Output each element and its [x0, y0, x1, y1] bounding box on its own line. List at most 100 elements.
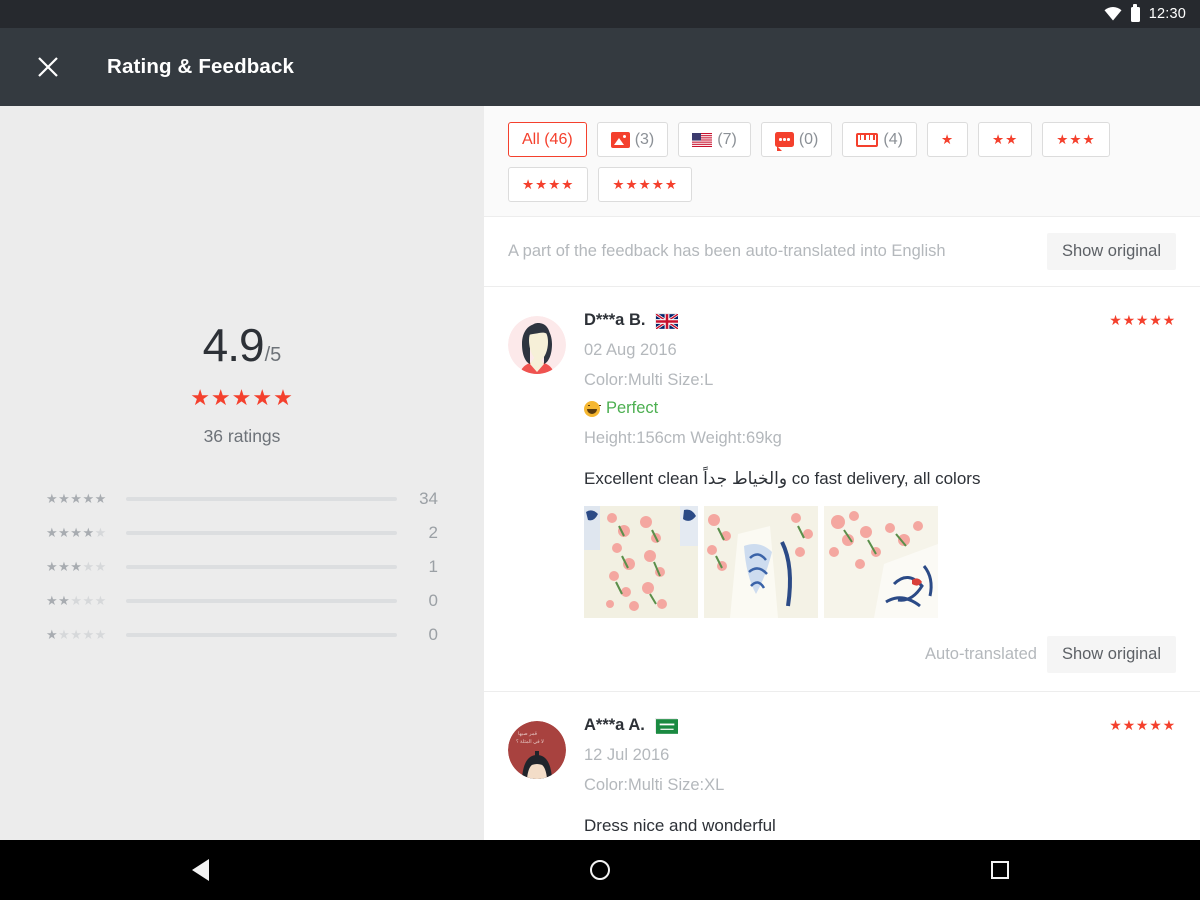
filter-chip-4-star-label: ★★★★ — [522, 176, 575, 192]
review-item: D***a B. ★★★★★ 02 Aug 2016 Color:Multi S… — [484, 287, 1200, 692]
histogram-count-1: 0 — [428, 625, 438, 644]
review-text: Dress nice and wonderful — [584, 815, 776, 835]
reviews-panel: All (46) (3) (7) (0) (4) ★ ★★ ★★★ ★★★★ ★… — [484, 106, 1200, 840]
woman-avatar-icon — [508, 316, 566, 374]
histogram-stars-4: ★★★★★ — [46, 525, 107, 540]
filter-chip-5-star[interactable]: ★★★★★ — [598, 167, 692, 202]
app-screen: 12:30 Rating & Feedback 4.9 /5 ★★★★★ 36 … — [0, 0, 1200, 900]
filter-chip-4-star[interactable]: ★★★★ — [508, 167, 589, 202]
reviewer-name: A***a A. — [584, 715, 645, 734]
filter-chip-3-star-label: ★★★ — [1056, 131, 1096, 147]
filter-chip-comments-label: (0) — [798, 130, 819, 148]
review-photo-2[interactable] — [704, 505, 818, 618]
nav-home-button[interactable] — [400, 840, 800, 900]
filter-chip-size[interactable]: (4) — [842, 122, 917, 157]
review-variant: Color:Multi Size:L — [584, 371, 714, 389]
saudi-flag-icon — [654, 717, 678, 734]
histogram-stars-5: ★★★★★ — [46, 491, 107, 506]
score-line: 4.9 /5 — [0, 318, 484, 372]
filter-chip-photos-label: (3) — [634, 130, 655, 148]
app-bar: Rating & Feedback — [0, 28, 1200, 106]
average-score: 4.9 — [202, 319, 265, 371]
review-photos — [584, 505, 1176, 618]
filter-chip-bar: All (46) (3) (7) (0) (4) ★ ★★ ★★★ ★★★★ ★… — [484, 106, 1200, 217]
home-circle-icon — [590, 860, 610, 880]
filter-chip-size-label: (4) — [883, 130, 903, 148]
show-original-button-review[interactable]: Show original — [1046, 635, 1176, 673]
histogram-stars-1: ★★★★★ — [46, 627, 107, 642]
status-bar: 12:30 — [0, 0, 1200, 28]
histogram-stars-2: ★★★★★ — [46, 593, 107, 608]
filter-chip-1-star[interactable]: ★ — [926, 122, 969, 157]
grinning-face-icon — [584, 400, 601, 417]
histogram-bar-2 — [126, 599, 397, 603]
review-item: قمر صبها لا في المثلة ؟ A***a A. ★★★★★ 1… — [484, 692, 1200, 840]
histogram-row-5[interactable]: ★★★★★ 34 — [46, 482, 438, 516]
review-stars: ★★★★★ — [1109, 312, 1176, 328]
histogram-count-5: 34 — [419, 489, 438, 508]
avatar-column — [508, 311, 584, 691]
main-content: 4.9 /5 ★★★★★ 36 ratings ★★★★★ 34 ★★★★★ 2 — [0, 106, 1200, 840]
filter-chip-country[interactable]: (7) — [678, 122, 751, 157]
status-clock: 12:30 — [1148, 6, 1186, 22]
review-date: 12 Jul 2016 — [584, 745, 670, 764]
histogram-row-3[interactable]: ★★★★★ 1 — [46, 550, 438, 584]
show-original-button-global[interactable]: Show original — [1046, 233, 1176, 270]
avatar[interactable]: قمر صبها لا في المثلة ؟ — [508, 720, 566, 779]
review-variant: Color:Multi Size:XL — [584, 775, 725, 794]
review-feeling-label: Perfect — [606, 399, 659, 417]
average-stars: ★★★★★ — [190, 385, 294, 410]
histogram-bar-1 — [126, 633, 397, 637]
close-button[interactable] — [26, 45, 70, 89]
translation-notice-bar: A part of the feedback has been auto-tra… — [484, 217, 1200, 287]
review-text: Excellent clean والخياط جداً co fast del… — [584, 469, 981, 488]
wifi-icon — [1104, 7, 1122, 21]
histogram-row-1[interactable]: ★★★★★ 0 — [46, 618, 438, 652]
arabic-avatar-icon: قمر صبها لا في المثلة ؟ — [508, 720, 566, 779]
score-denominator: /5 — [264, 344, 282, 366]
rating-histogram: ★★★★★ 34 ★★★★★ 2 ★★★★★ 1 ★★★★★ 0 ★★★★★ 0 — [46, 482, 438, 652]
filter-chip-comments[interactable]: (0) — [760, 122, 833, 157]
score-block: 4.9 /5 ★★★★★ 36 ratings — [0, 106, 484, 447]
review-header: D***a B. ★★★★★ — [584, 311, 1176, 331]
review-feeling: Perfect — [584, 399, 1176, 418]
ratings-count: 36 ratings — [203, 426, 281, 446]
avatar[interactable] — [508, 316, 566, 374]
filter-chip-photos[interactable]: (3) — [596, 122, 669, 157]
histogram-row-2[interactable]: ★★★★★ 0 — [46, 584, 438, 618]
recent-square-icon — [991, 861, 1009, 879]
histogram-bar-3 — [126, 565, 397, 569]
histogram-bar-5 — [126, 497, 397, 501]
filter-chip-2-star[interactable]: ★★ — [978, 122, 1033, 157]
filter-chip-country-label: (7) — [717, 130, 737, 148]
rating-summary-panel: 4.9 /5 ★★★★★ 36 ratings ★★★★★ 34 ★★★★★ 2 — [0, 106, 484, 840]
translation-notice-text: A part of the feedback has been auto-tra… — [508, 242, 946, 260]
histogram-stars-3: ★★★★★ — [46, 559, 107, 574]
auto-translated-label: Auto-translated — [925, 644, 1037, 663]
photo-icon — [610, 131, 630, 148]
review-header: A***a A. ★★★★★ — [584, 716, 1176, 735]
filter-chip-1-star-label: ★ — [940, 131, 955, 147]
filter-chip-all[interactable]: All (46) — [508, 122, 587, 157]
close-icon — [38, 57, 58, 77]
review-photo-3[interactable] — [824, 505, 938, 618]
filter-chip-3-star[interactable]: ★★★ — [1042, 122, 1110, 157]
histogram-row-4[interactable]: ★★★★★ 2 — [46, 516, 438, 550]
svg-text:لا في المثلة ؟: لا في المثلة ؟ — [516, 739, 544, 745]
histogram-count-2: 0 — [428, 591, 438, 610]
review-photo-1[interactable] — [584, 505, 698, 618]
uk-flag-icon — [655, 312, 680, 331]
ruler-icon — [856, 132, 879, 147]
svg-text:قمر صبها: قمر صبها — [518, 731, 538, 737]
review-body-stats: Height:156cm Weight:69kg — [584, 429, 782, 447]
page-title: Rating & Feedback — [107, 55, 295, 78]
nav-back-button[interactable] — [0, 840, 400, 900]
us-flag-icon — [692, 132, 713, 147]
review-stars: ★★★★★ — [1109, 716, 1176, 733]
reviewer-name: D***a B. — [584, 311, 646, 329]
speech-bubble-icon — [774, 132, 794, 151]
filter-chip-all-label: All (46) — [522, 130, 573, 148]
histogram-bar-4 — [126, 531, 397, 535]
nav-recent-button[interactable] — [800, 840, 1200, 900]
review-body: D***a B. ★★★★★ 02 Aug 2016 Color:Multi S… — [584, 311, 1176, 691]
